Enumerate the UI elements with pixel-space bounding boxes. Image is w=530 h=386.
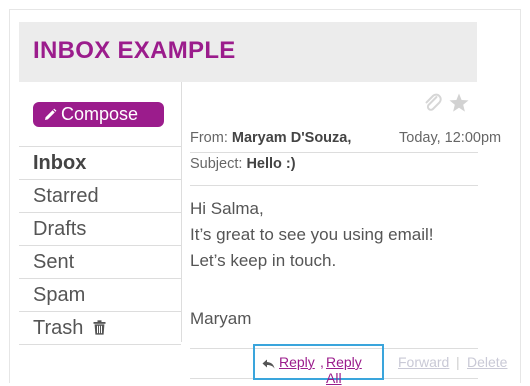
body-line: It’s great to see you using email!	[190, 225, 434, 244]
sidebar-item-sent[interactable]: Sent	[19, 245, 181, 278]
from-row: From: Maryam D'Souza, Today, 12:00pm	[190, 125, 520, 151]
compose-button[interactable]: Compose	[33, 102, 164, 127]
message-signature: Maryam	[190, 309, 252, 328]
sidebar-item-trash[interactable]: Trash	[19, 311, 181, 344]
sidebar: Compose Inbox Starred Drafts Sent Spam T…	[19, 82, 182, 345]
link-comma: ,	[320, 354, 324, 370]
sidebar-item-label: Trash	[33, 317, 84, 339]
pencil-icon	[43, 102, 61, 127]
window-frame-top	[9, 9, 521, 10]
compose-label: Compose	[61, 104, 139, 124]
window-frame-right	[520, 9, 521, 383]
message-toolbar	[422, 92, 470, 119]
divider	[190, 185, 478, 186]
sidebar-item-starred[interactable]: Starred	[19, 179, 181, 212]
reply-all-link[interactable]: Reply All	[326, 354, 362, 386]
star-icon[interactable]	[448, 92, 470, 119]
sender-name: Maryam D'Souza,	[231, 130, 352, 146]
app-header: INBOX EXAMPLE	[19, 22, 477, 82]
message-date: Today, 12:00pm	[399, 130, 502, 146]
window-frame-left	[9, 9, 10, 383]
sidebar-item-label: Spam	[33, 284, 86, 306]
sidebar-item-label: Starred	[33, 185, 99, 207]
reply-arrow-icon	[262, 356, 275, 372]
divider	[190, 152, 478, 153]
app-title: INBOX EXAMPLE	[33, 37, 236, 64]
paperclip-icon[interactable]	[422, 92, 444, 119]
sidebar-item-inbox[interactable]: Inbox	[19, 146, 181, 179]
body-line: Hi Salma,	[190, 199, 264, 218]
sidebar-item-label: Sent	[33, 251, 75, 273]
folder-list: Inbox Starred Drafts Sent Spam Trash	[19, 146, 181, 345]
sidebar-item-label: Inbox	[33, 152, 87, 174]
message-body: Hi Salma, It’s great to see you using em…	[190, 196, 434, 274]
sidebar-item-spam[interactable]: Spam	[19, 278, 181, 311]
from-label: From:	[190, 130, 228, 146]
sidebar-item-label: Drafts	[33, 218, 87, 240]
message-meta: From: Maryam D'Souza, Today, 12:00pm Sub…	[190, 125, 520, 177]
body-line: Let’s keep in touch.	[190, 251, 337, 270]
subject-row: Subject: Hello :)	[190, 151, 520, 177]
trash-icon	[93, 313, 106, 345]
reply-link[interactable]: Reply	[279, 354, 315, 370]
subject-label: Subject:	[190, 156, 243, 172]
sidebar-item-drafts[interactable]: Drafts	[19, 212, 181, 245]
link-separator: |	[456, 354, 460, 370]
delete-link[interactable]: Delete	[467, 354, 507, 370]
subject-value: Hello :)	[246, 156, 296, 172]
forward-link[interactable]: Forward	[398, 354, 449, 370]
